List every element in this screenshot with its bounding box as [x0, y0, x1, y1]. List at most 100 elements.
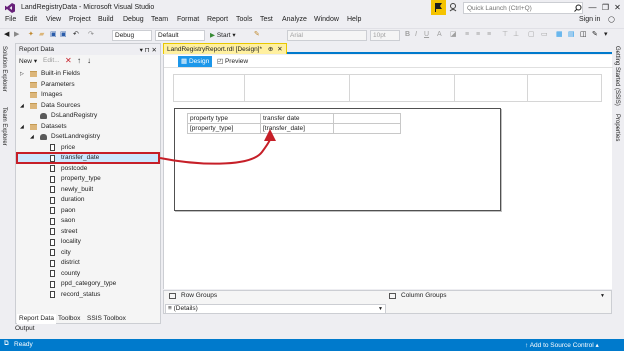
detail-cell-transfer-date[interactable]: [transfer_date] [260, 123, 334, 134]
detail-cell-empty[interactable] [333, 123, 401, 134]
menu-report[interactable]: Report [207, 16, 228, 23]
menu-edit[interactable]: Edit [25, 16, 37, 23]
menu-view[interactable]: View [46, 16, 61, 23]
detail-cell-property-type[interactable]: [property_type] [187, 123, 261, 134]
tree-item-postcode[interactable]: postcode [16, 164, 160, 175]
tree-item-county[interactable]: county [16, 269, 160, 280]
start-button[interactable]: ▶ Start ▾ [208, 30, 238, 41]
menu-build[interactable]: Build [98, 16, 114, 23]
source-control-button[interactable]: ↑ Add to Source Control ▴ [525, 341, 599, 349]
menu-file[interactable]: File [5, 16, 16, 23]
report-body[interactable]: property type transfer date [property_ty… [174, 108, 501, 211]
tab-preview[interactable]: ◰ Preview [214, 56, 251, 67]
tree-item-datasets[interactable]: ◢ Datasets [16, 122, 160, 133]
border-icon[interactable]: ▢ [528, 30, 535, 40]
expand-arrow-icon[interactable]: ▷ [20, 69, 24, 79]
back-icon[interactable]: ◀ [4, 30, 9, 40]
tree-item-data-sources[interactable]: ◢ Data Sources [16, 101, 160, 112]
move-down-icon[interactable]: ↓ [87, 56, 91, 65]
align-middle-icon[interactable]: ⊥ [513, 30, 519, 40]
tab-design[interactable]: ▦ Design [178, 56, 213, 67]
new-project-icon[interactable]: ✦ [28, 30, 34, 40]
getting-started-tab[interactable]: Getting Started (SSIS) [614, 46, 620, 106]
platform-combo[interactable]: Default [155, 30, 205, 41]
redo-icon[interactable]: ↷ [88, 30, 94, 40]
quick-launch-input[interactable]: Quick Launch (Ctrl+Q) [463, 2, 583, 14]
tab-ssis-toolbox[interactable]: SSIS Toolbox [85, 314, 128, 324]
tree-item-saon[interactable]: saon [16, 216, 160, 227]
font-color-icon[interactable]: A [437, 30, 442, 40]
toolbar-options-icon[interactable]: ▾ [604, 30, 608, 40]
attach-icon[interactable]: ✎ [254, 30, 260, 40]
menu-project[interactable]: Project [69, 16, 91, 23]
open-folder-icon[interactable]: ▰ [39, 30, 44, 40]
underline-icon[interactable]: U [424, 30, 429, 40]
close-button[interactable]: ✕ [611, 1, 624, 14]
tree-item-property-type[interactable]: property_type [16, 174, 160, 185]
bold-icon[interactable]: B [405, 30, 410, 40]
edit-button[interactable]: Edit... [43, 57, 60, 64]
tree-item-dsetlandregistry[interactable]: ◢ DsetLandregistry [16, 132, 160, 143]
report-grid-icon[interactable]: ▦ [556, 30, 563, 40]
align-right-icon[interactable]: ≡ [487, 30, 491, 40]
details-group[interactable]: ≡ (Details) ▼ [165, 304, 386, 314]
solution-explorer-tab[interactable]: Solution Explorer [1, 46, 7, 92]
menu-tools[interactable]: Tools [236, 16, 252, 23]
expand-arrow-icon[interactable]: ◢ [20, 122, 24, 132]
team-explorer-tab[interactable]: Team Explorer [1, 107, 7, 146]
sign-in-link[interactable]: Sign in [579, 16, 600, 23]
menu-analyze[interactable]: Analyze [282, 16, 307, 23]
grouping-options-icon[interactable]: ▼ [600, 291, 605, 301]
italic-icon[interactable]: I [415, 30, 417, 40]
account-icon[interactable]: ◯ [608, 16, 615, 23]
delete-icon[interactable]: ✕ [65, 56, 72, 65]
tree-item-images[interactable]: Images [16, 90, 160, 101]
tree-item-duration[interactable]: duration [16, 195, 160, 206]
menu-help[interactable]: Help [347, 16, 361, 23]
tree-item-record-status[interactable]: record_status [16, 290, 160, 301]
tab-landregistry-report[interactable]: LandRegistryReport.rdl [Design]* ⊕ ✕ [163, 43, 287, 54]
menu-debug[interactable]: Debug [123, 16, 144, 23]
undo-icon[interactable]: ↶ [73, 30, 79, 40]
highlight-icon[interactable]: ◪ [450, 30, 457, 40]
wrench-icon[interactable]: ✎ [592, 30, 598, 40]
tree-item-built-in-fields[interactable]: ▷ Built-in Fields [16, 69, 160, 80]
tree-item-paon[interactable]: paon [16, 206, 160, 217]
font-size-combo[interactable]: 10pt [370, 30, 400, 41]
align-top-icon[interactable]: ⊤ [502, 30, 508, 40]
search-icon[interactable] [574, 4, 582, 12]
tab-toolbox[interactable]: Toolbox [56, 314, 82, 324]
menu-team[interactable]: Team [151, 16, 168, 23]
save-icon[interactable]: ▣ [50, 30, 57, 40]
expand-arrow-icon[interactable]: ◢ [20, 101, 24, 111]
tree-item-parameters[interactable]: Parameters [16, 80, 160, 91]
feedback-icon[interactable] [449, 2, 459, 12]
details-dropdown-icon[interactable]: ▼ [378, 305, 383, 313]
tree-item-city[interactable]: city [16, 248, 160, 259]
notification-flag-icon[interactable] [431, 0, 446, 15]
panel-window-controls[interactable]: ▾ ⊓ ✕ [140, 46, 157, 54]
tree-item-street[interactable]: street [16, 227, 160, 238]
report-data-icon[interactable]: ▤ [568, 30, 575, 40]
pin-icon[interactable]: ⊕ [268, 46, 273, 53]
properties-icon[interactable]: ◫ [580, 30, 587, 40]
configuration-combo[interactable]: Debug [112, 30, 152, 41]
new-button[interactable]: New ▾ [19, 57, 37, 65]
border-style-icon[interactable]: ▭ [541, 30, 548, 40]
tab-close-icon[interactable]: ✕ [277, 46, 282, 53]
move-up-icon[interactable]: ↑ [77, 56, 81, 65]
menu-format[interactable]: Format [177, 16, 199, 23]
forward-icon[interactable]: ▶ [14, 30, 19, 40]
minimize-button[interactable]: — [586, 1, 599, 14]
tree-item-district[interactable]: district [16, 258, 160, 269]
expand-arrow-icon[interactable]: ◢ [30, 132, 34, 142]
menu-window[interactable]: Window [314, 16, 339, 23]
output-tab[interactable]: Output [15, 325, 35, 332]
tree-item-newly-built[interactable]: newly_built [16, 185, 160, 196]
align-left-icon[interactable]: ≡ [465, 30, 469, 40]
save-all-icon[interactable]: ▣ [60, 30, 67, 40]
tree-item-locality[interactable]: locality [16, 237, 160, 248]
tablix[interactable]: property type transfer date [property_ty… [187, 113, 401, 135]
tree-item-dslandregistry[interactable]: DsLandRegistry [16, 111, 160, 122]
properties-tab[interactable]: Properties [614, 114, 620, 141]
